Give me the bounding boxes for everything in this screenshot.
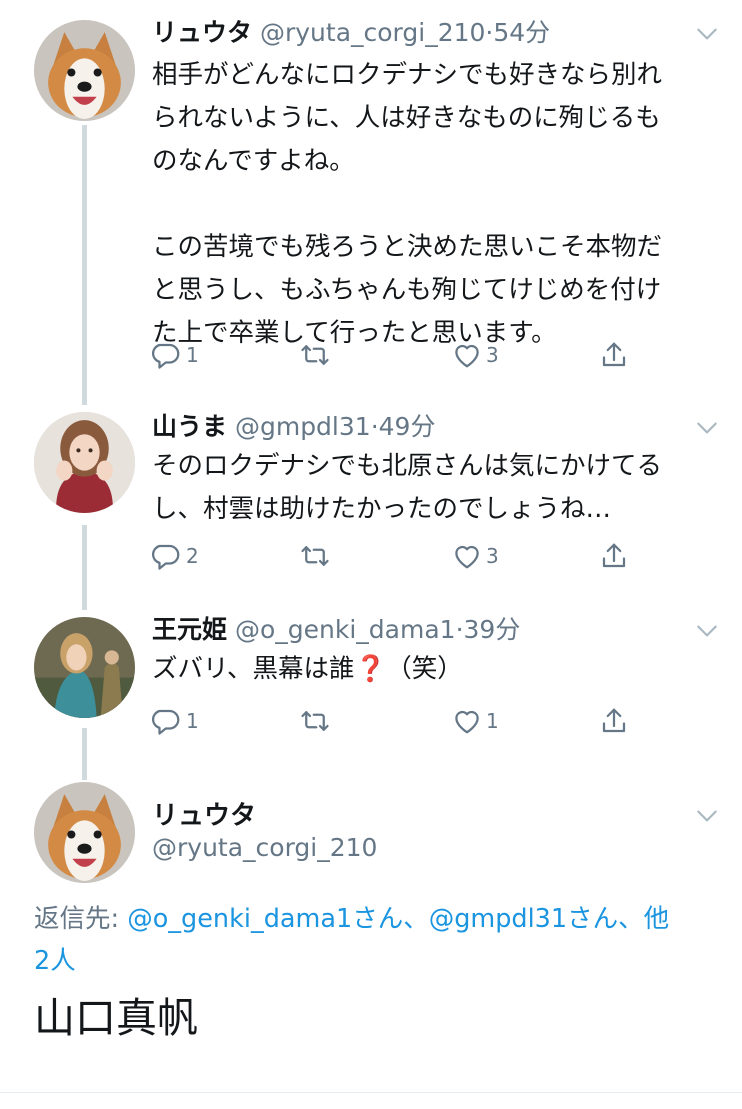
reply-button[interactable]: 2 xyxy=(152,536,199,576)
focus-tweet-text: 山口真帆 xyxy=(34,994,198,1042)
avatar[interactable] xyxy=(34,782,135,883)
tweet-header: 王元姫 @o_genki_dama1·39分 xyxy=(152,614,520,646)
reply-to-label: 返信先: xyxy=(34,904,128,934)
tweet-header: 山うま @gmpdl31·49分 xyxy=(152,411,435,443)
user-handle[interactable]: @ryuta_corgi_210 xyxy=(260,18,485,47)
timestamp[interactable]: 54分 xyxy=(493,18,550,47)
share-button[interactable] xyxy=(599,335,629,375)
retweet-icon xyxy=(301,711,329,731)
retweet-button[interactable] xyxy=(300,335,334,375)
share-icon xyxy=(602,543,626,568)
like-count: 3 xyxy=(486,343,499,367)
share-button[interactable] xyxy=(599,701,629,741)
corgi-avatar xyxy=(34,20,135,121)
like-icon xyxy=(455,344,479,368)
woman-avatar xyxy=(34,412,135,513)
display-name[interactable]: リュウタ xyxy=(152,18,252,47)
like-button[interactable]: 3 xyxy=(452,335,499,375)
reply-count: 2 xyxy=(186,544,199,568)
like-button[interactable]: 1 xyxy=(452,701,499,741)
like-icon xyxy=(455,710,479,734)
like-count: 3 xyxy=(486,544,499,568)
reply-to: 返信先: @o_genki_dama1さん、@gmpdl31さん、他 2人 xyxy=(34,898,724,982)
tweet-actions: 1 3 xyxy=(152,335,642,375)
share-button[interactable] xyxy=(599,536,629,576)
tweet-paragraph: 相手がどんなにロクデナシでも好きなら別れ られないように、人は好きなものに殉じる… xyxy=(152,60,663,176)
like-icon xyxy=(455,545,479,569)
tweet-paragraph: ズバリ、黒幕は誰❓（笑） xyxy=(152,654,463,684)
avatar[interactable] xyxy=(34,20,135,121)
corgi-avatar xyxy=(34,782,135,883)
reply-button[interactable]: 1 xyxy=(152,701,199,741)
reply-icon xyxy=(152,709,180,735)
tweet-actions: 1 1 xyxy=(152,701,642,741)
display-name[interactable]: 王元姫 xyxy=(152,615,227,644)
reply-button[interactable]: 1 xyxy=(152,335,199,375)
tweet-actions: 2 3 xyxy=(152,536,642,576)
like-button[interactable]: 3 xyxy=(452,536,499,576)
chevron-down-icon[interactable] xyxy=(694,415,720,441)
chevron-down-icon[interactable] xyxy=(694,618,720,644)
retweet-icon xyxy=(301,546,329,566)
chevron-down-icon[interactable] xyxy=(694,21,720,47)
divider xyxy=(0,1092,742,1093)
reply-to-users-link[interactable]: @o_genki_dama1さん、@gmpdl31さん、他 2人 xyxy=(34,904,669,976)
reply-icon xyxy=(152,343,180,369)
display-name[interactable]: 山うま xyxy=(152,412,227,441)
retweet-button[interactable] xyxy=(300,536,334,576)
thread-line xyxy=(82,525,87,610)
reply-count: 1 xyxy=(186,709,199,733)
like-count: 1 xyxy=(486,709,499,733)
retweet-button[interactable] xyxy=(300,701,334,741)
timestamp[interactable]: 39分 xyxy=(464,615,521,644)
reply-icon xyxy=(152,544,180,570)
separator-dot: · xyxy=(455,615,464,644)
display-name[interactable]: リュウタ xyxy=(152,795,256,832)
user-handle[interactable]: @gmpdl31 xyxy=(235,412,371,441)
thread-line xyxy=(82,728,87,780)
user-handle[interactable]: @o_genki_dama1 xyxy=(235,615,456,644)
reply-count: 1 xyxy=(186,343,199,367)
chevron-down-icon[interactable] xyxy=(694,803,720,829)
thread-line xyxy=(82,125,87,405)
tweet-header: リュウタ @ryuta_corgi_210·54分 xyxy=(152,17,550,49)
separator-dot: · xyxy=(370,412,379,441)
timestamp[interactable]: 49分 xyxy=(379,412,436,441)
user-handle[interactable]: @ryuta_corgi_210 xyxy=(152,833,377,862)
share-icon xyxy=(602,708,626,733)
game-character-avatar xyxy=(34,617,135,718)
retweet-icon xyxy=(301,345,329,365)
tweet-text: 相手がどんなにロクデナシでも好きなら別れ られないように、人は好きなものに殉じる… xyxy=(152,54,722,355)
tweet-text: そのロクデナシでも北原さんは気にかけてる し、村雲は助けたかったのでしょうね… xyxy=(152,445,722,531)
tweet-paragraph: そのロクデナシでも北原さんは気にかけてる し、村雲は助けたかったのでしょうね… xyxy=(152,451,663,524)
tweet-text: ズバリ、黒幕は誰❓（笑） xyxy=(152,648,722,691)
share-icon xyxy=(602,342,626,367)
avatar[interactable] xyxy=(34,412,135,513)
avatar[interactable] xyxy=(34,617,135,718)
